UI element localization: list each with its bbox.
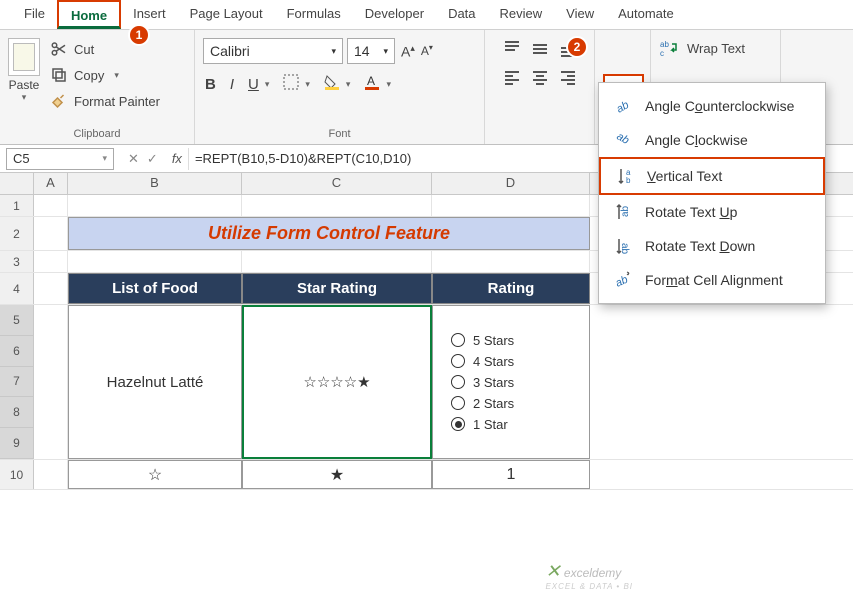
copy-button[interactable]: Copy▾ <box>46 64 164 86</box>
rotate-up-item[interactable]: ab Rotate Text Up <box>599 195 825 229</box>
decrease-font-button[interactable]: A▾ <box>419 41 435 62</box>
row-headers-5-9[interactable]: 56789 <box>0 305 34 459</box>
border-button[interactable] <box>283 74 299 94</box>
header-rating[interactable]: Rating <box>432 273 590 304</box>
paste-icon[interactable] <box>8 38 40 76</box>
align-top-button[interactable] <box>503 40 521 61</box>
cell-star-rating[interactable]: ☆☆☆☆★ <box>242 305 432 459</box>
cell-d10[interactable]: 1 <box>432 460 590 489</box>
align-center-button[interactable] <box>531 69 549 90</box>
svg-text:ab: ab <box>619 243 630 255</box>
tab-formulas[interactable]: Formulas <box>275 0 353 29</box>
row-header-3[interactable]: 3 <box>0 251 34 272</box>
increase-font-button[interactable]: A▴ <box>399 41 417 62</box>
header-star-rating[interactable]: Star Rating <box>242 273 432 304</box>
clipboard-group-label: Clipboard <box>8 126 186 142</box>
svg-text:ab: ab <box>620 205 631 217</box>
tab-data[interactable]: Data <box>436 0 487 29</box>
tab-view[interactable]: View <box>554 0 606 29</box>
radio-4-stars[interactable]: 4 Stars <box>451 354 514 369</box>
callout-1: 1 <box>128 24 150 46</box>
rotate-down-item[interactable]: ab Rotate Text Down <box>599 229 825 263</box>
font-size-select[interactable]: 14▾ <box>347 38 395 64</box>
wrap-text-button[interactable]: abc Wrap Text <box>659 38 772 58</box>
header-list-of-food[interactable]: List of Food <box>68 273 242 304</box>
format-alignment-icon: ab <box>613 270 633 290</box>
svg-text:A: A <box>367 74 375 88</box>
svg-text:ab: ab <box>614 130 631 147</box>
col-header-b[interactable]: B <box>68 173 242 194</box>
tab-review[interactable]: Review <box>488 0 555 29</box>
row-header-1[interactable]: 1 <box>0 195 34 216</box>
cell-food-name[interactable]: Hazelnut Latté <box>68 305 242 459</box>
radio-3-stars[interactable]: 3 Stars <box>451 375 514 390</box>
row-header-4[interactable]: 4 <box>0 273 34 304</box>
rotate-up-icon: ab <box>613 202 633 222</box>
align-left-button[interactable] <box>503 69 521 90</box>
paste-button[interactable]: Paste <box>9 78 40 92</box>
cell-b10[interactable]: ☆ <box>68 460 242 489</box>
cell-c10[interactable]: ★ <box>242 460 432 489</box>
vertical-text-item[interactable]: ab Vertical Text <box>599 157 825 195</box>
col-header-c[interactable]: C <box>242 173 432 194</box>
font-group-label: Font <box>203 126 476 142</box>
angle-ccw-item[interactable]: ab Angle Counterclockwise <box>599 89 825 123</box>
angle-cw-item[interactable]: ab Angle Clockwise <box>599 123 825 157</box>
svg-text:ab: ab <box>660 40 669 49</box>
cancel-formula-button[interactable]: ✕ <box>128 151 139 167</box>
orientation-dropdown: ab Angle Counterclockwise ab Angle Clock… <box>598 82 826 304</box>
font-name-select[interactable]: Calibri▾ <box>203 38 343 64</box>
font-color-button[interactable]: A <box>364 74 380 94</box>
scissors-icon <box>50 40 68 58</box>
svg-text:c: c <box>660 49 664 58</box>
angle-cw-icon: ab <box>613 130 633 150</box>
format-alignment-item[interactable]: ab Format Cell Alignment <box>599 263 825 297</box>
callout-2: 2 <box>566 36 588 58</box>
brush-icon <box>50 92 68 110</box>
rotate-down-icon: ab <box>613 236 633 256</box>
cell-rating-options: 5 Stars 4 Stars 3 Stars 2 Stars 1 Star <box>432 305 590 459</box>
name-box[interactable]: C5▾ <box>6 148 114 170</box>
format-painter-button[interactable]: Format Painter <box>46 90 164 112</box>
watermark: ✕ exceldemy EXCEL & DATA • BI <box>545 561 633 591</box>
ribbon-tabs: File Home Insert Page Layout Formulas De… <box>0 0 853 30</box>
wrap-text-icon: abc <box>659 38 679 58</box>
radio-5-stars[interactable]: 5 Stars <box>451 333 514 348</box>
tab-developer[interactable]: Developer <box>353 0 436 29</box>
svg-text:b: b <box>626 176 631 185</box>
underline-button[interactable]: U <box>248 76 259 93</box>
svg-text:ab: ab <box>614 274 630 290</box>
enter-formula-button[interactable]: ✓ <box>147 151 158 167</box>
vertical-text-icon: ab <box>615 166 635 186</box>
italic-button[interactable]: I <box>230 76 234 93</box>
fx-icon[interactable]: fx <box>166 151 188 166</box>
col-header-a[interactable]: A <box>34 173 68 194</box>
tab-insert[interactable]: Insert <box>121 0 178 29</box>
select-all-corner[interactable] <box>0 173 34 194</box>
row-header-2[interactable]: 2 <box>0 217 34 250</box>
fill-color-button[interactable] <box>324 74 340 94</box>
svg-text:ab: ab <box>614 99 631 116</box>
group-font: Calibri▾ 14▾ A▴ A▾ B I U▾ ▾ ▾ A▾ Font <box>195 30 485 144</box>
title-cell[interactable]: Utilize Form Control Feature <box>68 217 590 250</box>
row-header-10[interactable]: 10 <box>0 460 34 489</box>
angle-ccw-icon: ab <box>613 96 633 116</box>
align-middle-button[interactable] <box>531 40 549 61</box>
align-right-button[interactable] <box>559 69 577 90</box>
col-header-d[interactable]: D <box>432 173 590 194</box>
tab-page-layout[interactable]: Page Layout <box>178 0 275 29</box>
bold-button[interactable]: B <box>205 76 216 93</box>
tab-automate[interactable]: Automate <box>606 0 686 29</box>
group-clipboard: Paste ▾ Cut Copy▾ Format Painter Clipboa… <box>0 30 195 144</box>
tab-file[interactable]: File <box>12 0 57 29</box>
tab-home[interactable]: Home <box>57 0 121 29</box>
radio-1-star[interactable]: 1 Star <box>451 417 508 432</box>
copy-icon <box>50 66 68 84</box>
radio-2-stars[interactable]: 2 Stars <box>451 396 514 411</box>
